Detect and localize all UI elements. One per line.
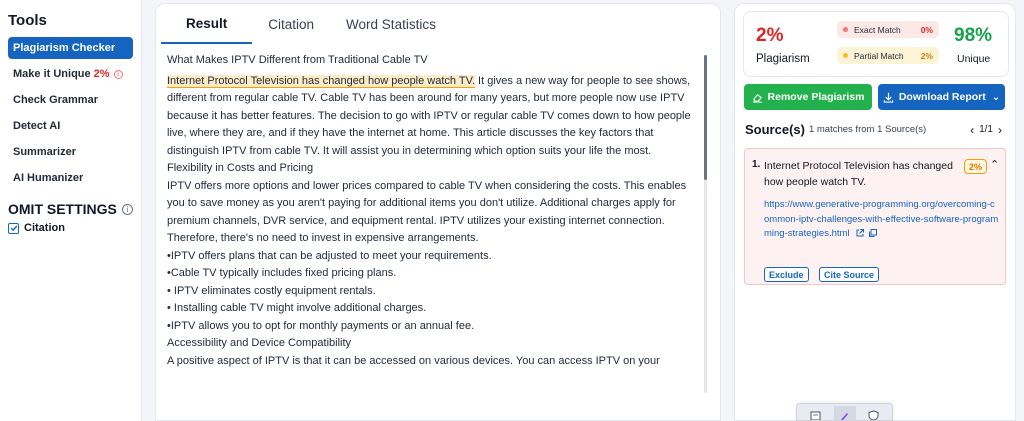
tool-make-it-unique[interactable]: Make it Unique 2% i <box>8 63 133 85</box>
exact-match-pill: Exact Match 0% <box>837 21 939 38</box>
exclude-button[interactable]: Exclude <box>764 267 809 282</box>
remove-plagiarism-button[interactable]: Remove Plagiarism <box>744 84 872 110</box>
external-link-icon[interactable] <box>855 228 865 238</box>
exact-match-label: Exact Match <box>854 24 901 35</box>
omit-settings-label: OMIT SETTINGS <box>8 201 117 217</box>
partial-match-value: 2% <box>920 50 933 61</box>
doc-subheading: Flexibility in Costs and Pricing <box>167 162 314 174</box>
doc-paragraph: Internet Protocol Television has changed… <box>167 73 704 161</box>
source-title: Internet Protocol Television has changed… <box>764 160 953 188</box>
score-summary: 2% Plagiarism Exact Match 0% Partial Mat… <box>743 11 1009 77</box>
unique-label: Unique <box>957 53 991 65</box>
citation-checkbox[interactable] <box>8 222 19 234</box>
omit-settings-title: OMIT SETTINGS i <box>8 201 133 217</box>
scrollbar-thumb[interactable] <box>704 55 707 180</box>
tool-label: Make it Unique <box>13 68 91 80</box>
download-icon <box>883 92 894 103</box>
info-icon[interactable]: i <box>121 203 133 215</box>
floating-toolbar <box>796 403 893 421</box>
tool-label: Detect AI <box>13 120 61 132</box>
partial-match-pill: Partial Match 2% <box>837 47 939 64</box>
remove-plagiarism-label: Remove Plagiarism <box>767 91 865 103</box>
content-scrollbar[interactable] <box>704 55 707 393</box>
doc-subheading: Accessibility and Device Compatibility <box>167 337 352 349</box>
bullet-item: •Cable TV typically includes fixed prici… <box>167 267 397 279</box>
citation-label: Citation <box>24 222 65 234</box>
tools-sidebar: Tools Plagiarism Checker Make it Unique … <box>0 0 142 421</box>
sources-header: Source(s) 1 matches from 1 Source(s) ‹ 1… <box>745 122 1007 137</box>
report-panel: 2% Plagiarism Exact Match 0% Partial Mat… <box>734 3 1016 421</box>
partial-match-label: Partial Match <box>854 50 904 61</box>
tab-citation[interactable]: Citation <box>252 4 330 44</box>
link-actions <box>855 228 881 238</box>
sources-subtitle: 1 matches from 1 Source(s) <box>808 124 927 135</box>
unique-badge: 2% <box>93 68 110 80</box>
tool-check-grammar[interactable]: Check Grammar <box>8 89 133 111</box>
tool-ai-humanizer[interactable]: AI Humanizer <box>8 167 133 189</box>
pager-value: 1/1 <box>979 124 993 135</box>
tool-label: Plagiarism Checker <box>13 42 116 54</box>
info-icon: i <box>113 69 123 79</box>
chevron-up-icon[interactable]: ⌃ <box>990 158 999 171</box>
document-text: What Makes IPTV Different from Tradition… <box>167 52 704 397</box>
app-root: Tools Plagiarism Checker Make it Unique … <box>0 0 1024 421</box>
sources-title: Source(s) <box>745 122 805 137</box>
shield-icon[interactable] <box>867 410 881 420</box>
unique-percent: 98% <box>954 25 993 46</box>
download-report-label: Download Report <box>898 91 986 103</box>
tools-title: Tools <box>8 12 47 29</box>
source-pager: ‹ 1/1 › <box>965 123 1007 137</box>
doc-paragraph: A positive aspect of IPTV is that it can… <box>167 354 660 367</box>
eraser-icon <box>752 93 762 103</box>
doc-paragraph: IPTV offers more options and lower price… <box>167 179 687 245</box>
plagiarism-highlight[interactable]: Internet Protocol Television has changed… <box>167 74 475 88</box>
tool-plagiarism-checker[interactable]: Plagiarism Checker <box>8 37 133 59</box>
chevron-left-icon[interactable]: ‹ <box>965 123 979 137</box>
tab-word-statistics[interactable]: Word Statistics <box>330 4 452 44</box>
document-icon[interactable] <box>809 410 823 420</box>
chevron-right-icon[interactable]: › <box>993 123 1007 137</box>
bullet-item: • Installing cable TV might involve addi… <box>167 302 427 314</box>
source-percent-badge: 2% <box>964 159 988 174</box>
bullet-item: •IPTV allows you to opt for monthly paym… <box>167 319 475 332</box>
tool-label: Summarizer <box>13 146 76 158</box>
tool-summarizer[interactable]: Summarizer <box>8 141 133 163</box>
doc-heading: What Makes IPTV Different from Tradition… <box>167 54 428 66</box>
result-panel: Result Citation Word Statistics What Mak… <box>155 3 721 421</box>
download-report-button[interactable]: Download Report ⌄ <box>878 84 1005 110</box>
plagiarism-label: Plagiarism <box>756 53 810 65</box>
source-number: 1. <box>752 159 761 170</box>
tab-bar: Result Citation Word Statistics <box>156 4 452 44</box>
tab-result[interactable]: Result <box>161 4 253 44</box>
tool-label: AI Humanizer <box>13 172 84 184</box>
tool-detect-ai[interactable]: Detect AI <box>8 115 133 137</box>
source-url[interactable]: https://www.generative-programming.org/o… <box>764 198 999 242</box>
pen-icon[interactable] <box>833 406 856 420</box>
source-card[interactable]: 1. Internet Protocol Television has chan… <box>744 148 1006 285</box>
exact-dot-icon <box>843 27 848 32</box>
partial-dot-icon <box>843 53 848 58</box>
citation-option[interactable]: Citation <box>8 222 133 234</box>
exact-match-value: 0% <box>920 24 933 35</box>
plagiarism-percent: 2% <box>756 25 784 46</box>
chevron-down-icon: ⌄ <box>991 91 1001 103</box>
bullet-item: • IPTV eliminates costly equipment renta… <box>167 284 376 297</box>
bullet-item: •IPTV offers plans that can be adjusted … <box>167 249 492 262</box>
check-icon <box>10 225 17 232</box>
tool-label: Check Grammar <box>13 94 98 106</box>
copy-icon[interactable] <box>868 228 878 238</box>
cite-source-button[interactable]: Cite Source <box>819 267 880 282</box>
